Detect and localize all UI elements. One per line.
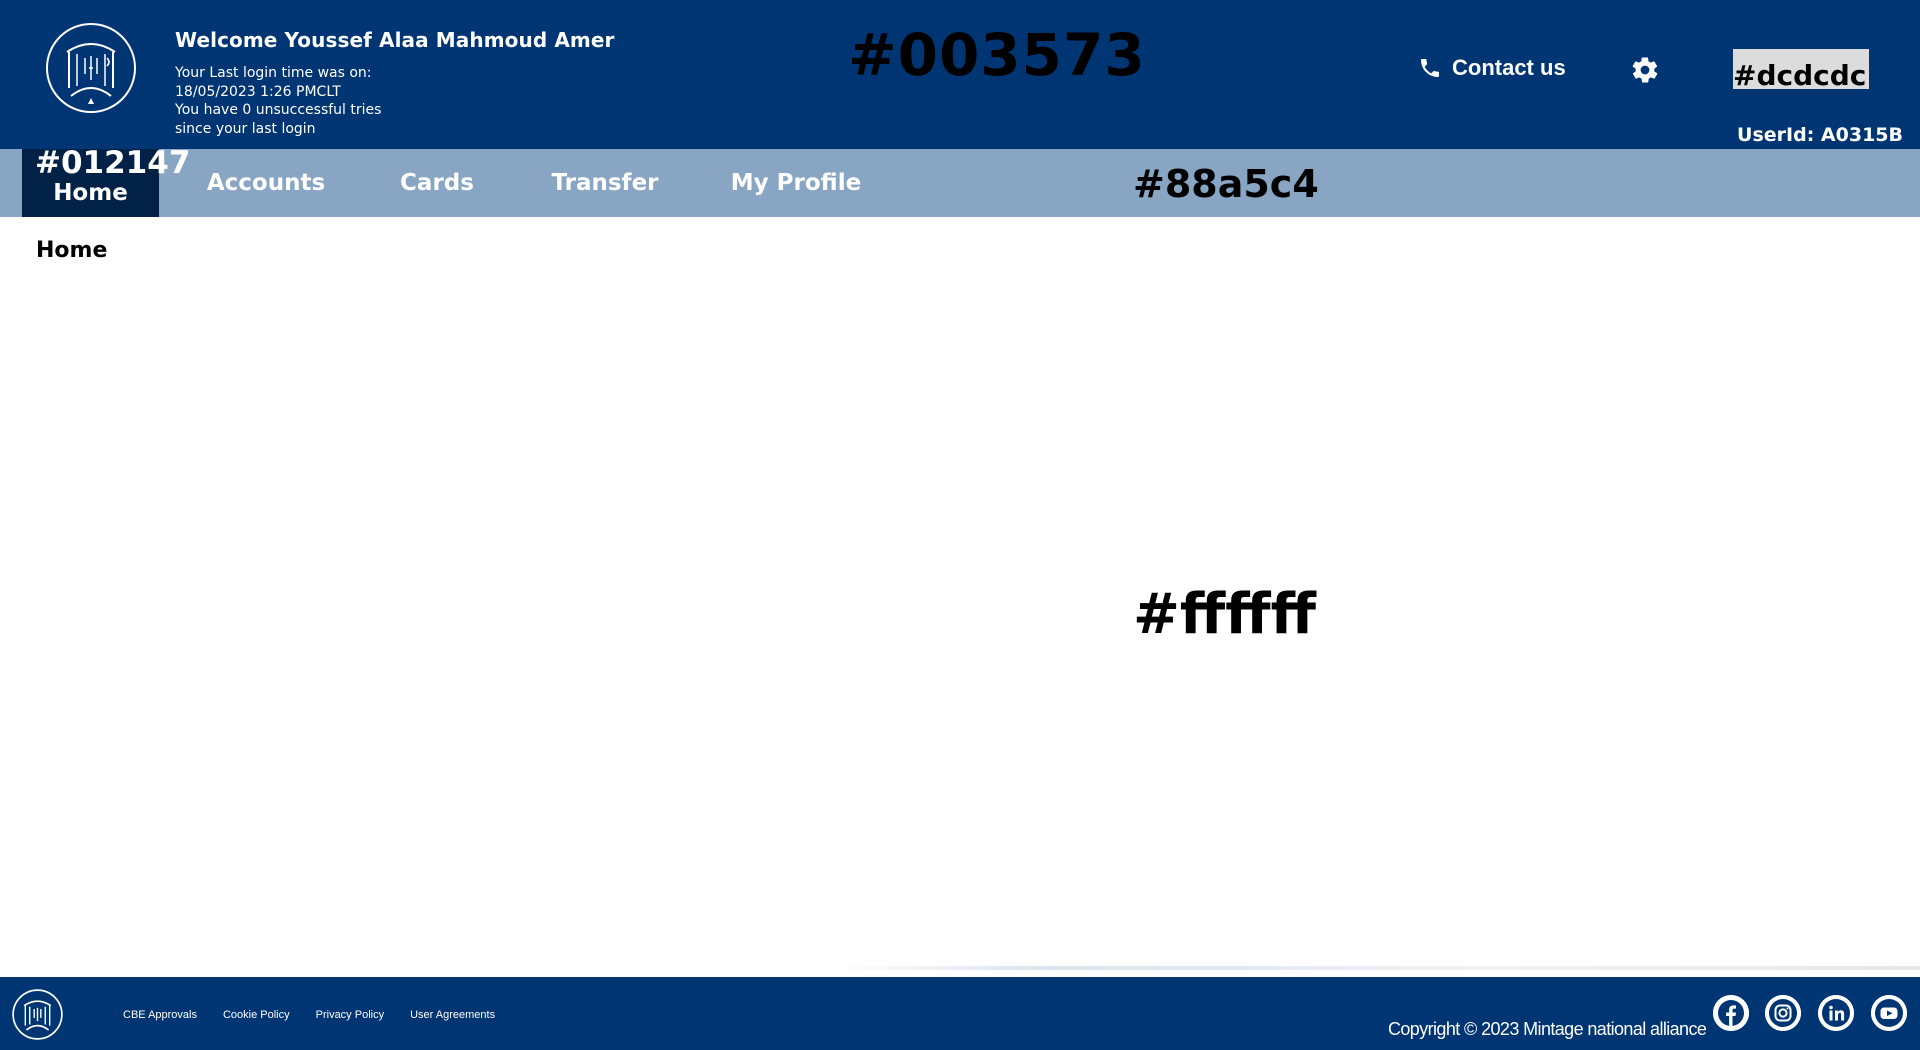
nav-transfer-label: Transfer [551,170,659,196]
phone-icon [1421,59,1439,77]
facebook-icon [1713,995,1749,1031]
welcome-message: Welcome Youssef Alaa Mahmoud Amer [175,28,615,52]
footer-logo-icon[interactable] [12,989,63,1040]
login-time-label: Your Last login time was on: [175,65,372,81]
instagram-link[interactable] [1765,995,1801,1031]
footer-links: CBE Approvals Cookie Policy Privacy Poli… [123,1009,495,1021]
footer-link-cbe-approvals[interactable]: CBE Approvals [123,1009,197,1021]
gear-icon[interactable] [1630,55,1660,85]
nav-home-label: Home [53,180,128,206]
linkedin-icon [1818,995,1854,1031]
nav-accounts-label: Accounts [206,170,326,196]
nav-accounts[interactable]: Accounts [196,149,336,217]
instagram-icon [1765,995,1801,1031]
footer: CBE Approvals Cookie Policy Privacy Poli… [0,977,1920,1050]
nav-cards[interactable]: Cards [375,149,499,217]
youtube-icon [1871,995,1907,1031]
contact-us-link[interactable]: Contact us [1418,55,1566,81]
footer-link-cookie-policy[interactable]: Cookie Policy [223,1009,290,1021]
nav-transfer[interactable]: Transfer [540,149,670,217]
page: Welcome Youssef Alaa Mahmoud Amer Your L… [0,0,1920,1050]
nav-my-profile[interactable]: My Profile [726,149,866,217]
footer-link-privacy-policy[interactable]: Privacy Policy [316,1009,384,1021]
youtube-link[interactable] [1871,995,1907,1031]
swatch-color-label: #dcdcdc [1733,59,1867,92]
since-last-login: since your last login [175,120,316,137]
nav-color-label: #88a5c4 [1133,162,1319,206]
nav-my-profile-label: My Profile [730,170,862,196]
login-info: Your Last login time was on: 18/05/2023 … [175,64,405,138]
facebook-link[interactable] [1713,995,1749,1031]
logo-icon[interactable] [45,22,137,114]
footer-divider [830,966,1920,970]
header-color-label: #003573 [848,21,1146,89]
footer-link-user-agreements[interactable]: User Agreements [410,1009,495,1021]
main-color-label: #ffffff [1133,582,1317,647]
breadcrumb: Home [36,238,108,263]
home-tab-color-label: #012147 [35,145,191,181]
nav-cards-label: Cards [400,170,474,196]
user-id: UserId: A0315B [1737,124,1903,146]
login-time-value: 18/05/2023 1:26 PMCLT [175,83,341,100]
copyright: Copyright © 2023 Mintage national allian… [1388,1019,1707,1039]
unsuccessful-tries: You have 0 unsuccessful tries [175,102,382,118]
linkedin-link[interactable] [1818,995,1854,1031]
main-nav: Home Accounts Cards Transfer My Profile [0,149,1920,217]
contact-us-label: Contact us [1452,55,1566,80]
header: Welcome Youssef Alaa Mahmoud Amer Your L… [0,0,1920,149]
